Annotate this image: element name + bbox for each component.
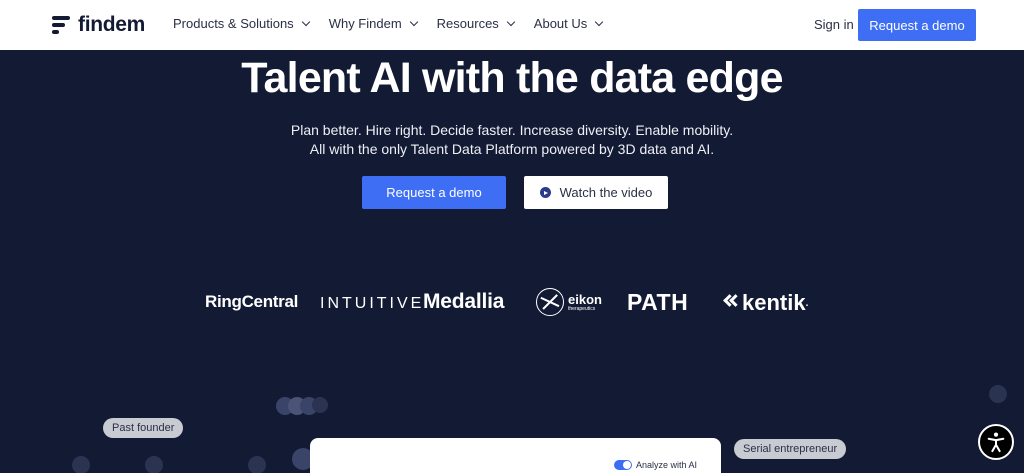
kentik-mark-icon [722,293,742,313]
hero-title: Talent AI with the data edge [241,54,783,102]
watch-video-button[interactable]: Watch the video [524,176,668,209]
chevron-down-icon [595,17,604,27]
eikon-name: eikon [568,291,602,307]
accessibility-icon [987,432,1005,453]
hero-subtitle-line-2: All with the only Talent Data Platform p… [309,141,715,157]
watch-video-label: Watch the video [559,185,653,200]
eikon-mark-icon [536,288,564,316]
menu-label: About Us [533,16,588,31]
kentik-trademark: . [805,297,809,309]
decor-dot [145,456,163,473]
logo-medallia: Medallia [423,290,505,313]
menu-about-us[interactable]: About Us [533,16,604,31]
play-icon [539,187,551,198]
chevron-down-icon [506,17,516,27]
logo-ringcentral: RingCentral [205,292,299,311]
decor-dot [312,397,328,413]
sign-in-link[interactable]: Sign in [814,17,854,32]
analyze-with-ai-label: Analyze with AI [636,460,698,470]
findem-logo[interactable]: findem [52,13,145,37]
chevron-down-icon [301,17,310,27]
logo-path: PATH [627,289,689,315]
decor-dot [989,385,1007,403]
accessibility-button[interactable] [978,424,1014,460]
logo-eikon: eikon therapeutics [536,288,602,316]
logo-text: findem [78,13,146,36]
tag-past-founder: Past founder [103,418,184,438]
menu-label: Products & Solutions [173,16,294,31]
top-navigation: findem Products & Solutions Why Findem R… [0,0,1024,50]
menu-resources[interactable]: Resources [436,16,516,31]
logo-kentik: kentik. [722,290,808,316]
decor-dot [72,456,90,473]
menu-label: Resources [436,16,499,31]
tag-serial-entrepreneur: Serial entrepreneur [734,439,847,459]
main-menu: Products & Solutions Why Findem Resource… [173,16,622,31]
nav-request-demo-button[interactable]: Request a demo [858,9,976,41]
menu-products-solutions[interactable]: Products & Solutions [173,16,310,31]
kentik-name: kentik [742,290,806,315]
menu-why-findem[interactable]: Why Findem [328,16,418,31]
hero-subtitle-line-1: Plan better. Hire right. Decide faster. … [290,122,734,138]
menu-label: Why Findem [328,16,402,31]
decor-dot [248,456,266,473]
findem-logo-icon [52,16,72,34]
chevron-down-icon [409,17,418,27]
logo-intuitive: INTUITIVE [320,295,425,312]
eikon-subtext: therapeutics [568,305,596,312]
analyze-with-ai-toggle[interactable] [614,460,632,470]
hero-request-demo-button[interactable]: Request a demo [362,176,506,209]
